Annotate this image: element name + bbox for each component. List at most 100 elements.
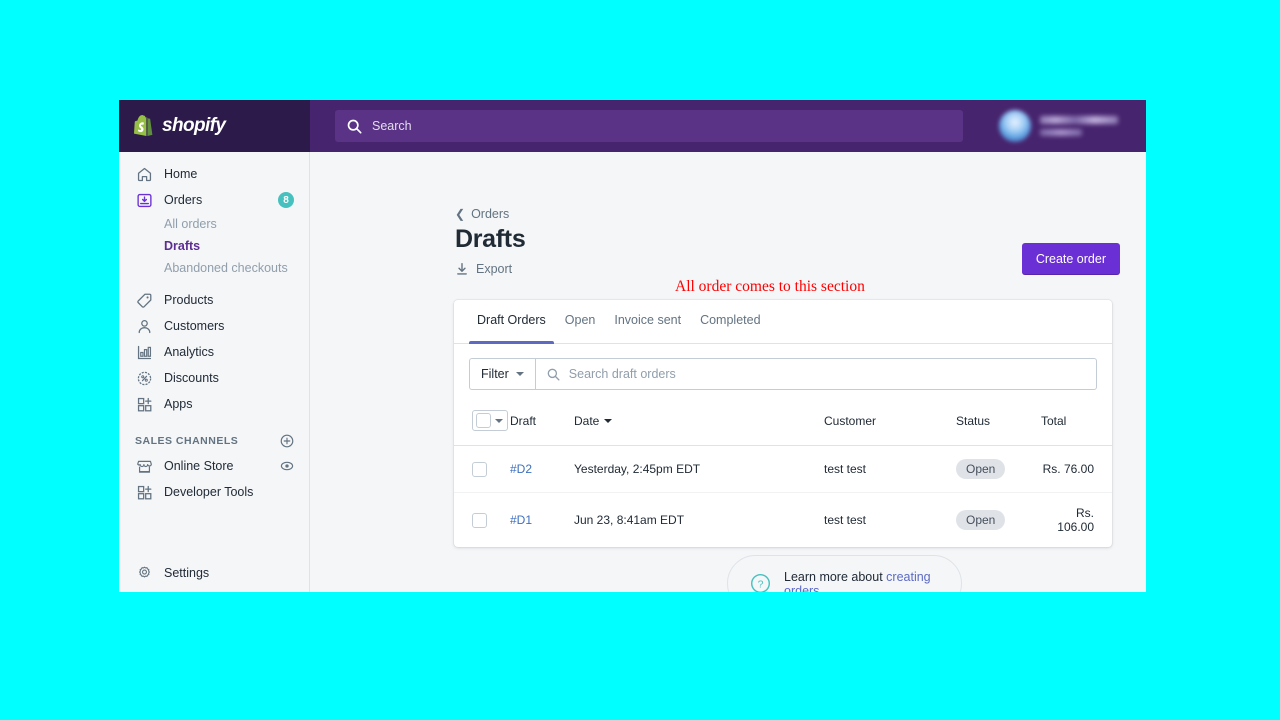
column-header-date[interactable]: Date [574,404,824,446]
sidebar-item-discounts[interactable]: Discounts [127,365,301,391]
sidebar-item-customers[interactable]: Customers [127,313,301,339]
shopify-logo[interactable]: shopify [119,100,310,152]
sidebar-subitem-label: Abandoned checkouts [164,261,288,275]
table-row[interactable]: #D1 Jun 23, 8:41am EDT test test Open Rs… [454,493,1112,548]
column-header-customer[interactable]: Customer [824,404,956,446]
search-draft-orders-input[interactable]: Search draft orders [535,358,1097,390]
row-select-cell [454,446,510,493]
shopify-wordmark: shopify [162,115,225,137]
sidebar-item-label: Analytics [164,345,214,359]
sidebar-item-drafts[interactable]: Drafts [127,235,301,257]
sidebar-item-orders[interactable]: Orders 8 [127,187,301,213]
download-icon [455,262,469,276]
tab-invoice-sent[interactable]: Invoice sent [606,300,689,344]
svg-text:?: ? [758,579,764,591]
discount-icon [135,369,153,387]
breadcrumb[interactable]: ❮ Orders [455,207,509,221]
export-button[interactable]: Export [455,262,512,276]
sidebar-item-label: Developer Tools [164,485,253,499]
global-search-placeholder: Search [372,119,412,133]
sidebar-item-label: Products [164,293,213,307]
table-row[interactable]: #D2 Yesterday, 2:45pm EDT test test Open… [454,446,1112,493]
tab-completed[interactable]: Completed [692,300,768,344]
sidebar-item-all-orders[interactable]: All orders [127,213,301,235]
row-checkbox[interactable] [472,462,487,477]
tab-label: Completed [700,313,760,327]
create-order-button[interactable]: Create order [1022,243,1120,275]
row-draft-cell: #D2 [510,446,574,493]
column-header-total[interactable]: Total [1041,404,1112,446]
home-icon [135,165,153,183]
draft-orders-card: Draft Orders Open Invoice sent Completed… [454,300,1112,547]
apps-icon [135,395,153,413]
sort-descending-icon [604,419,612,423]
sidebar-item-analytics[interactable]: Analytics [127,339,301,365]
row-total-cell: Rs. 76.00 [1041,446,1112,493]
row-date-cell: Jun 23, 8:41am EDT [574,493,824,548]
user-account-menu[interactable] [999,108,1129,144]
select-all-header [454,404,510,446]
sidebar-item-apps[interactable]: Apps [127,391,301,417]
page-title: Drafts [455,225,525,254]
chevron-left-icon: ❮ [455,207,465,221]
row-draft-cell: #D1 [510,493,574,548]
column-header-draft[interactable]: Draft [510,404,574,446]
row-status-cell: Open [956,493,1041,548]
draft-order-link[interactable]: #D2 [510,462,532,476]
column-header-date-label: Date [574,414,599,428]
annotation-text: All order comes to this section [675,278,865,296]
search-placeholder: Search draft orders [569,367,676,381]
sidebar-item-developer-tools[interactable]: Developer Tools [127,479,301,505]
top-bar: shopify Search [119,100,1146,152]
sidebar-item-label: Settings [164,566,209,580]
bar-chart-icon [135,343,153,361]
filter-label: Filter [481,367,509,381]
tab-label: Open [565,313,596,327]
gear-icon [135,564,153,582]
tab-open[interactable]: Open [557,300,604,344]
sidebar-subitem-label: Drafts [164,239,200,253]
sidebar-item-home[interactable]: Home [127,161,301,187]
chevron-down-icon [516,372,524,376]
sidebar-item-label: Online Store [164,459,233,473]
sales-channels-title: SALES CHANNELS [135,435,238,447]
sidebar-subitem-label: All orders [164,217,217,231]
tab-bar: Draft Orders Open Invoice sent Completed [454,300,1112,344]
search-icon [547,368,560,381]
row-date-cell: Yesterday, 2:45pm EDT [574,446,824,493]
status-badge: Open [956,510,1005,530]
sidebar-item-products[interactable]: Products [127,287,301,313]
tag-icon [135,291,153,309]
row-customer-cell: test test [824,446,956,493]
sidebar-item-label: Home [164,167,197,181]
sidebar: Home Orders 8 All orders Drafts Abandone… [119,152,310,592]
global-search-input[interactable]: Search [335,110,963,142]
shopify-admin-window: shopify Search Home [119,100,1146,592]
chevron-down-icon [495,419,503,423]
status-badge: Open [956,459,1005,479]
draft-order-link[interactable]: #D1 [510,513,532,527]
apps-icon [135,483,153,501]
filter-dropdown-button[interactable]: Filter [469,358,535,390]
row-status-cell: Open [956,446,1041,493]
learn-more-card: ? Learn more about creating orders. [727,555,962,592]
sidebar-item-abandoned-checkouts[interactable]: Abandoned checkouts [127,257,301,279]
shopify-bag-icon [134,115,155,138]
export-label: Export [476,262,512,276]
tab-label: Invoice sent [614,313,681,327]
draft-orders-table: Draft Date Customer Status Total #D2 Yes… [454,404,1112,547]
sidebar-item-settings[interactable]: Settings [127,560,302,586]
sidebar-item-online-store[interactable]: Online Store [127,453,301,479]
sidebar-item-label: Apps [164,397,193,411]
eye-icon[interactable] [280,459,294,473]
add-sales-channel-icon[interactable] [280,434,294,448]
select-all-checkbox[interactable] [476,413,491,428]
row-checkbox[interactable] [472,513,487,528]
avatar [999,110,1031,142]
learn-more-suffix: . [819,584,822,593]
tab-draft-orders[interactable]: Draft Orders [469,300,554,344]
sales-channels-section-header: SALES CHANNELS [127,429,301,453]
column-header-status[interactable]: Status [956,404,1041,446]
select-all-dropdown[interactable] [472,410,508,431]
orders-icon [135,191,153,209]
